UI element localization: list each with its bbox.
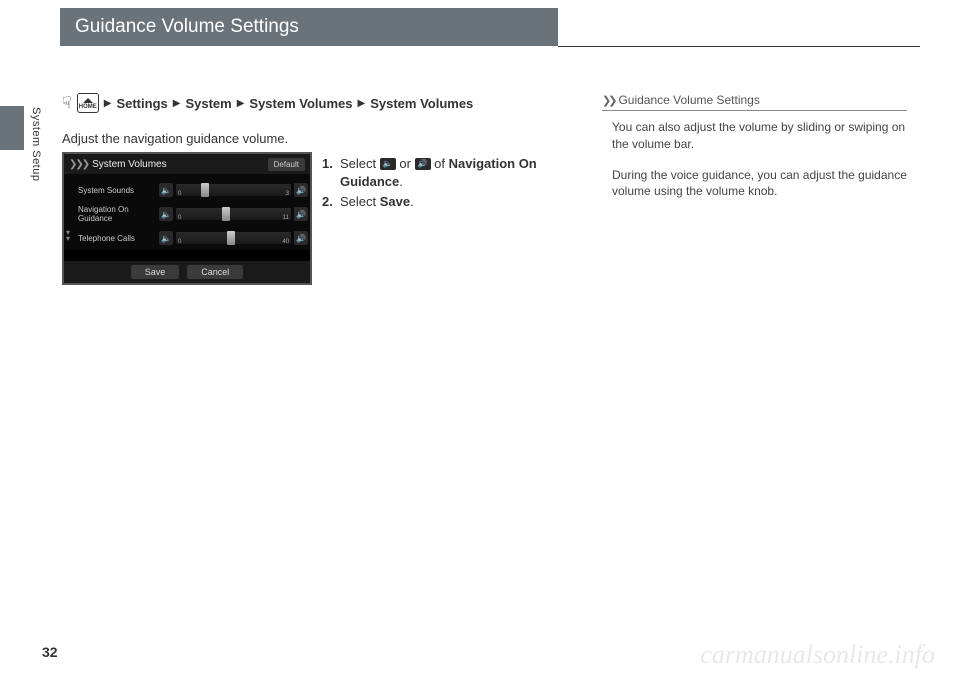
row-label: Navigation On Guidance: [78, 205, 156, 223]
page-title: Guidance Volume Settings: [75, 16, 299, 38]
step-text: Select 🔈 or 🔊 of Navigation On Guidance.: [340, 155, 542, 191]
volume-slider[interactable]: 0 40: [176, 232, 291, 244]
screenshot-footer: Save Cancel: [64, 261, 310, 283]
note-body: You can also adjust the volume by slidin…: [602, 119, 907, 200]
slider-thumb[interactable]: [222, 207, 230, 221]
save-button[interactable]: Save: [131, 265, 180, 279]
step-item: 2. Select Save.: [322, 193, 542, 211]
intro-text: Adjust the navigation guidance volume.: [62, 131, 288, 146]
chevron-right-icon: ▶: [173, 98, 181, 109]
chevron-right-icon: ▶: [237, 98, 245, 109]
title-bar: Guidance Volume Settings: [60, 8, 558, 46]
slider-min: 0: [178, 239, 181, 245]
volume-up-icon: 🔊: [415, 158, 431, 170]
chevron-right-icon: ▶: [358, 98, 366, 109]
row-label: Telephone Calls: [78, 234, 156, 243]
note-paragraph: During the voice guidance, you can adjus…: [602, 167, 907, 201]
page-number: 32: [42, 644, 58, 660]
default-button[interactable]: Default: [268, 158, 305, 171]
screenshot-header: ❯❯❯ System Volumes Default: [64, 154, 310, 174]
slider-min: 0: [178, 215, 181, 221]
note-header: ❯❯ Guidance Volume Settings: [602, 93, 907, 111]
breadcrumb: ☟ HOME ▶ Settings ▶ System ▶ System Volu…: [62, 93, 473, 113]
breadcrumb-part: Settings: [116, 96, 167, 111]
chevron-icon: ❯❯❯: [69, 159, 88, 170]
breadcrumb-part: System Volumes: [370, 96, 473, 111]
breadcrumb-part: System: [185, 96, 231, 111]
volume-slider[interactable]: 0 11: [176, 208, 291, 220]
volume-row: Navigation On Guidance 🔈 0 11 🔊: [66, 202, 308, 226]
volume-up-icon[interactable]: 🔊: [294, 231, 308, 245]
slider-max: 3: [286, 191, 289, 197]
volume-down-icon: 🔈: [380, 158, 396, 170]
step-number: 2.: [322, 193, 340, 211]
chevron-right-icon: ▶: [104, 98, 112, 109]
slider-max: 40: [282, 239, 289, 245]
watermark: carmanualsonline.info: [700, 640, 935, 670]
note-paragraph: You can also adjust the volume by slidin…: [602, 119, 907, 153]
volume-down-icon[interactable]: 🔈: [159, 183, 173, 197]
home-icon: HOME: [77, 93, 99, 113]
volume-row: Telephone Calls 🔈 0 40 🔊: [66, 226, 308, 250]
volume-slider[interactable]: 0 3: [176, 184, 291, 196]
section-label: System Setup: [30, 107, 42, 181]
step-item: 1. Select 🔈 or 🔊 of Navigation On Guidan…: [322, 155, 542, 191]
side-tab: [0, 106, 24, 150]
info-note: ❯❯ Guidance Volume Settings You can also…: [602, 93, 907, 214]
breadcrumb-part: System Volumes: [249, 96, 352, 111]
row-label: System Sounds: [78, 186, 156, 195]
slider-max: 11: [283, 215, 289, 221]
scroll-down-icon: ▾▾: [62, 230, 74, 242]
screenshot-body: ▾▾ System Sounds 🔈 0 3 🔊 Navigation On G…: [64, 174, 310, 250]
chevron-icon: ❯❯: [602, 94, 614, 107]
slider-min: 0: [178, 191, 181, 197]
note-title: Guidance Volume Settings: [618, 93, 759, 107]
screenshot-title: System Volumes: [92, 159, 166, 170]
step-text: Select Save.: [340, 193, 542, 211]
touch-icon: ☟: [62, 93, 72, 113]
cancel-button[interactable]: Cancel: [187, 265, 243, 279]
volume-down-icon[interactable]: 🔈: [159, 207, 173, 221]
step-number: 1.: [322, 155, 340, 191]
volume-up-icon[interactable]: 🔊: [294, 207, 308, 221]
volume-row: System Sounds 🔈 0 3 🔊: [66, 178, 308, 202]
volume-up-icon[interactable]: 🔊: [294, 183, 308, 197]
device-screenshot: ❯❯❯ System Volumes Default ▾▾ System Sou…: [62, 152, 312, 285]
step-list: 1. Select 🔈 or 🔊 of Navigation On Guidan…: [322, 155, 542, 214]
slider-thumb[interactable]: [201, 183, 209, 197]
title-rule: [558, 46, 920, 47]
volume-down-icon[interactable]: 🔈: [159, 231, 173, 245]
slider-thumb[interactable]: [227, 231, 235, 245]
